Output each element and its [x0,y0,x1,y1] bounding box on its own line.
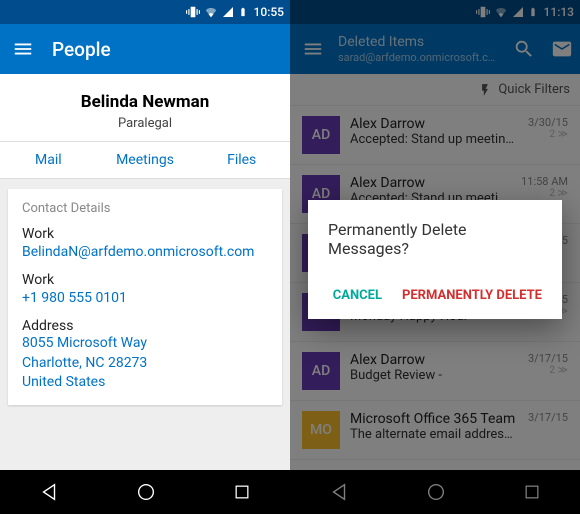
contact-tabs: Mail Meetings Files [0,141,290,179]
cancel-button[interactable]: CANCEL [333,280,382,311]
details-heading: Contact Details [22,201,268,216]
wifi-icon [204,5,218,19]
back-icon[interactable] [38,481,60,503]
recent-icon[interactable] [232,482,252,502]
email-label: Work [22,226,268,242]
phone-value[interactable]: +1 980 555 0101 [22,290,268,306]
address-line-3[interactable]: United States [22,373,268,393]
status-time: 10:55 [254,5,284,19]
email-value[interactable]: BelindaN@arfdemo.onmicrosoft.com [22,244,268,260]
phone-label: Work [22,272,268,288]
address-line-2[interactable]: Charlotte, NC 28273 [22,354,268,374]
dialog-title: Permanently Delete Messages? [328,220,542,258]
battery-icon [238,5,248,19]
menu-icon[interactable] [12,38,34,60]
contact-role: Paralegal [0,116,290,131]
signal-icon [222,6,234,18]
address-line-1[interactable]: 8055 Microsoft Way [22,334,268,354]
tab-files[interactable]: Files [193,142,290,178]
contact-screen: Belinda Newman Paralegal Mail Meetings F… [0,74,290,470]
tab-meetings[interactable]: Meetings [97,142,194,178]
permanently-delete-button[interactable]: PERMANENTLY DELETE [402,280,542,311]
appbar-title: People [52,38,111,61]
address-label: Address [22,318,268,334]
home-icon[interactable] [135,481,157,503]
android-nav-bar [0,470,290,514]
delete-dialog: Permanently Delete Messages? CANCEL PERM… [308,200,562,319]
app-bar: People [0,24,290,74]
vibrate-icon [186,5,200,19]
contact-details-card: Contact Details Work BelindaN@arfdemo.on… [8,189,282,405]
contact-name: Belinda Newman [0,92,290,112]
tab-mail[interactable]: Mail [0,142,97,178]
status-bar: 10:55 [0,0,290,24]
